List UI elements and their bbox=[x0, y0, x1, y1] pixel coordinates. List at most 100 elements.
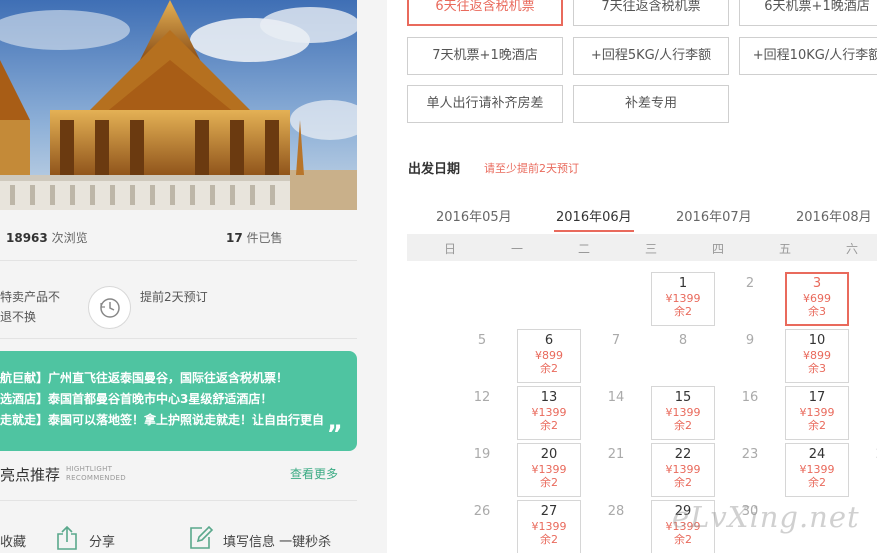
day-remaining: 余2 bbox=[540, 362, 558, 375]
calendar-day-unavailable: 25 bbox=[852, 447, 877, 462]
booking-panel: 6天往返含税机票 7天往返含税机票 6天机票+1晚酒店 7天机票+1晚酒店 +回… bbox=[387, 0, 877, 553]
day-price: ¥1399 bbox=[531, 406, 567, 419]
share-button[interactable]: 分享 bbox=[89, 531, 115, 550]
view-count: 18963 次浏览 bbox=[6, 229, 88, 246]
weekday-thu: 四 bbox=[711, 242, 724, 256]
calendar-day-unavailable: 23 bbox=[741, 447, 759, 462]
tab-month-2016-07[interactable]: 2016年07月 bbox=[676, 206, 752, 225]
divider bbox=[0, 500, 357, 501]
calendar-day-available[interactable]: 15 ¥1399 余2 bbox=[651, 386, 715, 440]
day-price: ¥1399 bbox=[799, 406, 835, 419]
day-remaining: 余3 bbox=[808, 362, 826, 375]
weekday-sat: 六 bbox=[845, 242, 858, 256]
day-remaining: 余2 bbox=[540, 419, 558, 432]
calendar-day-available[interactable]: 1 ¥1399 余2 bbox=[651, 272, 715, 326]
day-price: ¥699 bbox=[803, 292, 831, 305]
calendar-day-unavailable: 12 bbox=[473, 390, 491, 405]
divider bbox=[0, 260, 357, 261]
tab-month-2016-08[interactable]: 2016年08月 bbox=[796, 206, 872, 225]
calendar-day-available[interactable]: 6 ¥899 余2 bbox=[517, 329, 581, 383]
tab-month-2016-05[interactable]: 2016年05月 bbox=[436, 206, 512, 225]
promo-line: 选酒店】泰国首都曼谷首晚市中心3星级舒适酒店！ bbox=[0, 392, 273, 406]
option-7day-ticket[interactable]: 7天往返含税机票 bbox=[573, 0, 729, 26]
day-number: 10 bbox=[808, 333, 826, 348]
watermark: eLvXing.net bbox=[672, 500, 860, 534]
calendar-day-available[interactable]: 22 ¥1399 余2 bbox=[651, 443, 715, 497]
calendar-day-available[interactable]: 17 ¥1399 余2 bbox=[785, 386, 849, 440]
calendar-day-unavailable: 4 bbox=[852, 276, 877, 291]
day-number: 22 bbox=[674, 447, 692, 462]
day-number: 3 bbox=[812, 276, 822, 291]
view-more-link[interactable]: 查看更多 bbox=[290, 465, 338, 482]
favorite-button[interactable]: 收藏 bbox=[0, 531, 26, 550]
hero-image bbox=[0, 0, 357, 210]
calendar-day-available[interactable]: 27 ¥1399 余2 bbox=[517, 500, 581, 553]
day-price: ¥1399 bbox=[531, 463, 567, 476]
recommend-title: 亮点推荐 bbox=[0, 466, 61, 484]
weekday-tue: 二 bbox=[577, 242, 590, 256]
day-price: ¥1399 bbox=[531, 520, 567, 533]
share-icon[interactable] bbox=[55, 525, 79, 551]
active-month-indicator bbox=[554, 230, 634, 232]
day-price: ¥899 bbox=[535, 349, 563, 362]
sold-count-value: 17 bbox=[226, 231, 243, 245]
option-6day-hotel[interactable]: 6天机票+1晚酒店 bbox=[739, 0, 877, 26]
day-number: 27 bbox=[540, 504, 558, 519]
day-remaining: 余2 bbox=[674, 533, 692, 546]
departure-date-label: 出发日期 bbox=[408, 162, 461, 177]
day-price: ¥1399 bbox=[665, 292, 701, 305]
option-6day-ticket[interactable]: 6天往返含税机票 bbox=[407, 0, 563, 26]
calendar-day-unavailable: 2 bbox=[745, 276, 755, 291]
option-single-supplement[interactable]: 单人出行请补齐房差 bbox=[407, 85, 563, 123]
fill-info-button[interactable]: 填写信息 一键秒杀 bbox=[223, 531, 331, 550]
day-remaining: 余2 bbox=[540, 533, 558, 546]
sold-count-label: 件已售 bbox=[242, 231, 283, 245]
calendar-day-unavailable: 14 bbox=[607, 390, 625, 405]
advance-booking-note: 请至少提前2天预订 bbox=[484, 162, 579, 175]
product-detail-panel: 18963 次浏览 17 件已售 特卖产品不退不换 提前2天预订 航巨献】广州直… bbox=[0, 0, 357, 553]
day-remaining: 余2 bbox=[808, 476, 826, 489]
calendar-day-available[interactable]: 24 ¥1399 余2 bbox=[785, 443, 849, 497]
edit-icon[interactable] bbox=[188, 525, 214, 551]
tab-month-2016-06[interactable]: 2016年06月 bbox=[556, 206, 632, 225]
calendar-day-available[interactable]: 13 ¥1399 余2 bbox=[517, 386, 581, 440]
option-10kg-luggage[interactable]: +回程10KG/人行李额 bbox=[739, 37, 877, 75]
calendar-day-unavailable: 7 bbox=[611, 333, 621, 348]
calendar-day-available[interactable]: 10 ¥899 余3 bbox=[785, 329, 849, 383]
day-number: 15 bbox=[674, 390, 692, 405]
day-price: ¥1399 bbox=[665, 463, 701, 476]
day-remaining: 余2 bbox=[674, 305, 692, 318]
day-remaining: 余2 bbox=[674, 419, 692, 432]
option-5kg-luggage[interactable]: +回程5KG/人行李额 bbox=[573, 37, 729, 75]
panel-gap bbox=[357, 0, 387, 553]
weekday-wed: 三 bbox=[644, 242, 657, 256]
quote-icon: „ bbox=[327, 407, 343, 435]
day-remaining: 余2 bbox=[808, 419, 826, 432]
day-number: 20 bbox=[540, 447, 558, 462]
calendar-day-unavailable: 19 bbox=[473, 447, 491, 462]
divider bbox=[0, 338, 357, 339]
calendar-day-available[interactable]: 3 ¥699 余3 bbox=[785, 272, 849, 326]
promo-line: 航巨献】广州直飞往返泰国曼谷，国际往返含税机票！ bbox=[0, 371, 289, 385]
option-7day-hotel[interactable]: 7天机票+1晚酒店 bbox=[407, 37, 563, 75]
promo-banner: 航巨献】广州直飞往返泰国曼谷，国际往返含税机票！ 选酒店】泰国首都曼谷首晚市中心… bbox=[0, 351, 357, 451]
weekday-mon: 一 bbox=[510, 242, 523, 256]
calendar-day-unavailable: 18 bbox=[852, 390, 877, 405]
calendar-day-available[interactable]: 20 ¥1399 余2 bbox=[517, 443, 581, 497]
calendar-day-unavailable: 5 bbox=[477, 333, 487, 348]
day-number: 13 bbox=[540, 390, 558, 405]
calendar-day-unavailable: 28 bbox=[607, 504, 625, 519]
day-remaining: 余2 bbox=[674, 476, 692, 489]
promo-line: 走就走】泰国可以落地签！拿上护照说走就走！让自由行更自 bbox=[0, 413, 325, 427]
clock-icon bbox=[88, 286, 131, 329]
feature-advance-booking: 提前2天预订 bbox=[140, 290, 208, 304]
recommend-subtitle-line: HIGHTLIGHT bbox=[66, 465, 113, 473]
day-price: ¥899 bbox=[803, 349, 831, 362]
option-price-difference[interactable]: 补差专用 bbox=[573, 85, 729, 123]
view-count-label: 次浏览 bbox=[47, 231, 88, 245]
calendar-day-unavailable: 9 bbox=[745, 333, 755, 348]
calendar-day-unavailable: 16 bbox=[741, 390, 759, 405]
view-count-value: 18963 bbox=[6, 231, 48, 245]
day-number: 6 bbox=[544, 333, 554, 348]
recommend-subtitle-line: RECOMMENDED bbox=[66, 474, 126, 482]
